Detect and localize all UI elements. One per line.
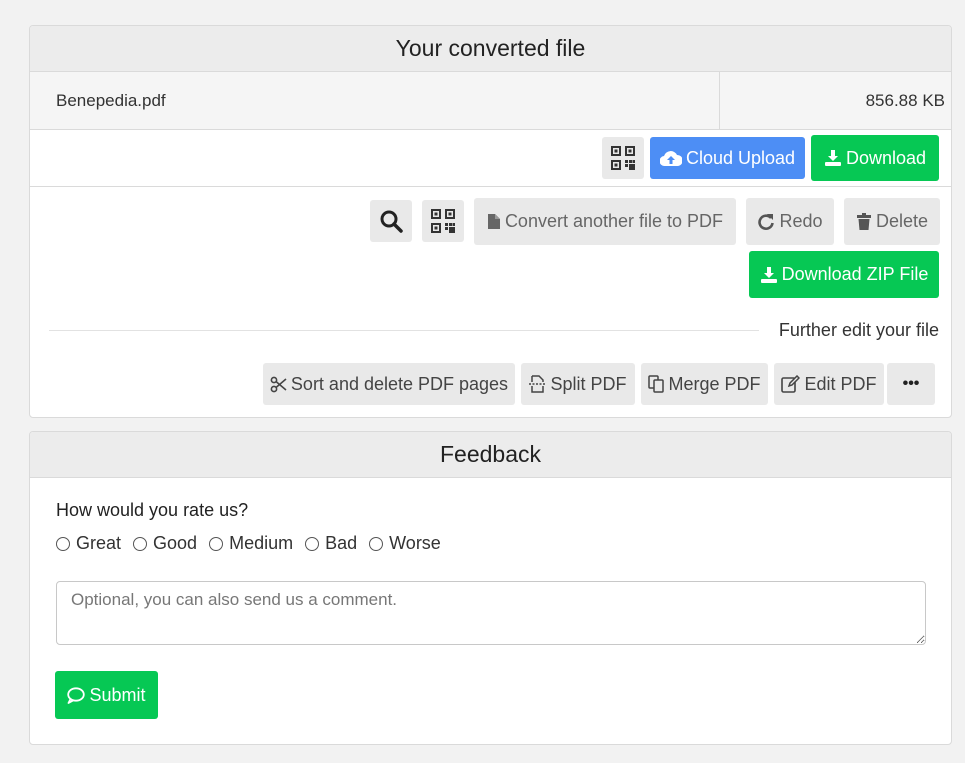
convert-another-label: Convert another file to PDF <box>504 211 724 231</box>
edit-pdf-button[interactable]: Edit PDF <box>774 363 884 405</box>
qr-code-button[interactable] <box>602 137 644 179</box>
radio-button[interactable] <box>133 536 148 551</box>
divider <box>49 330 759 331</box>
file-icon <box>487 214 500 229</box>
rating-option-label: Good <box>153 533 198 553</box>
delete-label: Delete <box>875 211 929 231</box>
redo-label: Redo <box>779 211 823 231</box>
radio-button[interactable] <box>56 536 70 551</box>
cloud-upload-button[interactable]: Cloud Upload <box>650 137 805 179</box>
convert-another-button[interactable]: Convert another file to PDF <box>474 198 736 245</box>
search-icon <box>380 210 403 233</box>
rating-option-label: Medium <box>229 533 294 553</box>
rating-option-great[interactable]: Great <box>56 533 121 554</box>
more-options-button[interactable]: ••• <box>887 363 935 405</box>
scissors-icon <box>270 376 287 392</box>
file-info-row: Benepedia.pdf 856.88 KB <box>30 72 951 130</box>
download-icon <box>824 150 841 166</box>
radio-button[interactable] <box>369 536 384 551</box>
submit-label: Submit <box>89 684 146 705</box>
search-button[interactable] <box>370 200 412 242</box>
rating-option-label: Worse <box>389 533 441 553</box>
feedback-card: Feedback How would you rate us? Great Go… <box>29 431 952 745</box>
edit-icon <box>781 375 801 393</box>
qr-code-button-secondary[interactable] <box>422 200 464 242</box>
cloud-upload-icon <box>659 151 682 167</box>
download-button[interactable]: Download <box>811 135 939 181</box>
redo-icon <box>758 213 775 230</box>
radio-button[interactable] <box>305 536 320 551</box>
download-icon <box>760 266 777 283</box>
converted-file-card: Your converted file Benepedia.pdf 856.88… <box>29 25 952 418</box>
merge-icon <box>648 375 665 393</box>
primary-actions-row: Cloud Upload Download <box>30 130 951 187</box>
rating-option-bad[interactable]: Bad <box>305 533 357 554</box>
download-zip-label: Download ZIP File <box>781 264 929 284</box>
tool-label: Split PDF <box>550 373 627 394</box>
download-label: Download <box>845 147 927 168</box>
rating-question: How would you rate us? <box>56 500 249 520</box>
split-icon <box>529 375 547 393</box>
submit-button[interactable]: Submit <box>55 671 158 719</box>
converted-file-title: Your converted file <box>30 26 951 72</box>
tool-label: Edit PDF <box>804 373 877 394</box>
rating-option-label: Great <box>76 533 122 553</box>
qr-code-icon <box>611 146 635 170</box>
radio-button[interactable] <box>209 536 224 551</box>
redo-button[interactable]: Redo <box>746 198 834 245</box>
file-size: 856.88 KB <box>865 90 945 110</box>
rating-option-good[interactable]: Good <box>133 533 197 554</box>
file-name: Benepedia.pdf <box>30 72 720 129</box>
trash-icon <box>856 212 871 230</box>
ellipsis-icon: ••• <box>902 375 920 392</box>
rating-option-medium[interactable]: Medium <box>209 533 293 554</box>
feedback-title: Feedback <box>30 432 951 478</box>
sort-delete-pages-button[interactable]: Sort and delete PDF pages <box>263 363 515 405</box>
rating-option-worse[interactable]: Worse <box>369 533 441 554</box>
tool-label: Sort and delete PDF pages <box>290 373 509 394</box>
merge-pdf-button[interactable]: Merge PDF <box>641 363 768 405</box>
qr-code-icon <box>431 209 455 233</box>
cloud-upload-label: Cloud Upload <box>685 147 796 168</box>
delete-button[interactable]: Delete <box>844 198 940 245</box>
further-edit-label: Further edit your file <box>778 320 939 340</box>
split-pdf-button[interactable]: Split PDF <box>521 363 635 405</box>
secondary-actions-area: Convert another file to PDF Redo Delete … <box>30 187 951 417</box>
rating-options: Great Good Medium Bad Worse <box>56 533 453 554</box>
comment-field[interactable] <box>56 581 926 645</box>
rating-option-label: Bad <box>325 533 358 553</box>
tool-label: Merge PDF <box>668 373 761 394</box>
download-zip-button[interactable]: Download ZIP File <box>749 251 939 298</box>
comment-icon <box>67 686 86 704</box>
